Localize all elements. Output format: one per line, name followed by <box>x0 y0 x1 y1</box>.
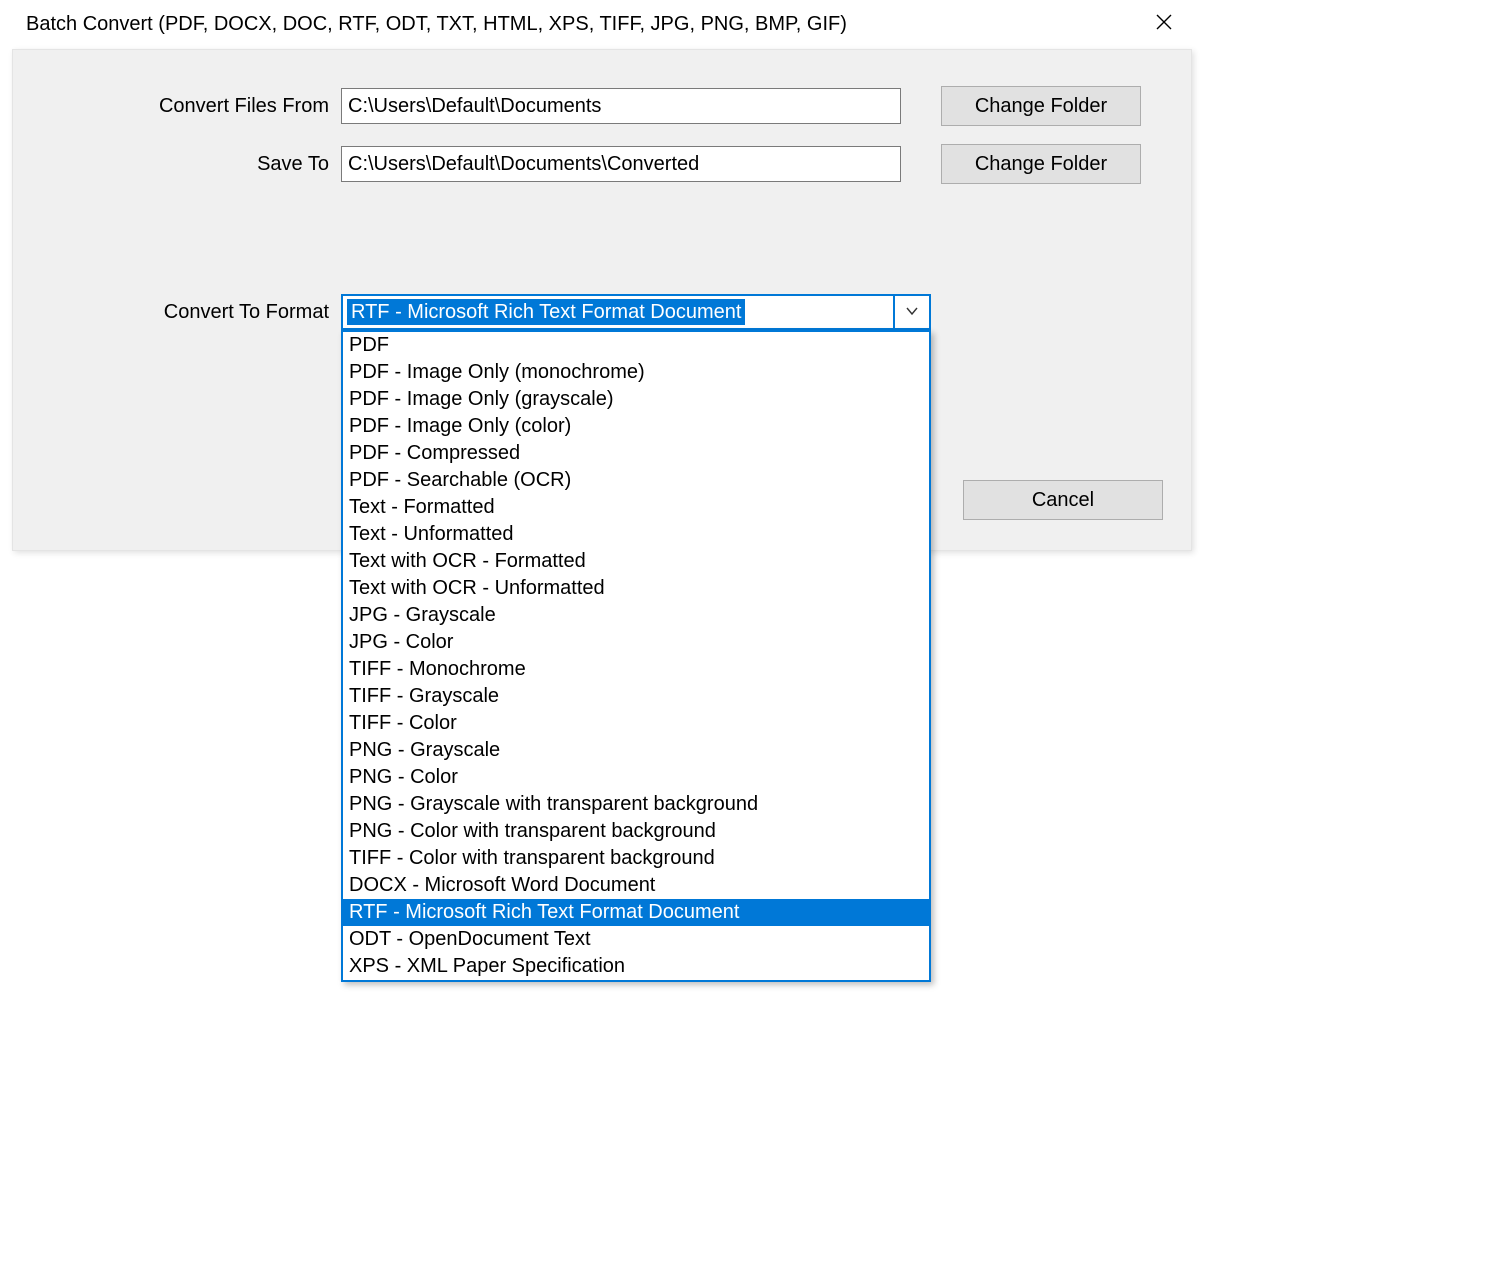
convert-from-label: Convert Files From <box>41 95 341 118</box>
format-option[interactable]: PNG - Grayscale <box>343 737 929 764</box>
format-option[interactable]: TIFF - Color <box>343 710 929 737</box>
format-combobox[interactable]: RTF - Microsoft Rich Text Format Documen… <box>341 294 931 330</box>
change-folder-from-button[interactable]: Change Folder <box>941 86 1141 126</box>
format-option[interactable]: PDF - Compressed <box>343 440 929 467</box>
change-folder-to-button[interactable]: Change Folder <box>941 144 1141 184</box>
format-option[interactable]: JPG - Color <box>343 629 929 656</box>
format-option[interactable]: Text with OCR - Formatted <box>343 548 929 575</box>
close-icon <box>1156 13 1172 36</box>
format-option[interactable]: TIFF - Grayscale <box>343 683 929 710</box>
combobox-arrow-button[interactable] <box>893 296 929 328</box>
format-option[interactable]: Text with OCR - Unformatted <box>343 575 929 602</box>
format-option[interactable]: PNG - Grayscale with transparent backgro… <box>343 791 929 818</box>
format-option[interactable]: JPG - Grayscale <box>343 602 929 629</box>
format-option[interactable]: PDF - Searchable (OCR) <box>343 467 929 494</box>
format-selected-value: RTF - Microsoft Rich Text Format Documen… <box>347 299 745 325</box>
format-option[interactable]: Text - Unformatted <box>343 521 929 548</box>
convert-to-format-label: Convert To Format <box>41 301 341 324</box>
save-to-label: Save To <box>41 153 341 176</box>
format-option[interactable]: PDF <box>343 332 929 359</box>
format-option[interactable]: PNG - Color with transparent background <box>343 818 929 845</box>
format-option[interactable]: ODT - OpenDocument Text <box>343 926 929 953</box>
format-option[interactable]: PDF - Image Only (grayscale) <box>343 386 929 413</box>
format-option[interactable]: XPS - XML Paper Specification <box>343 953 929 980</box>
convert-from-input[interactable] <box>341 88 901 124</box>
format-option[interactable]: PNG - Color <box>343 764 929 791</box>
cancel-button[interactable]: Cancel <box>963 480 1163 520</box>
save-to-input[interactable] <box>341 146 901 182</box>
format-option[interactable]: PDF - Image Only (color) <box>343 413 929 440</box>
format-option[interactable]: Text - Formatted <box>343 494 929 521</box>
format-option[interactable]: DOCX - Microsoft Word Document <box>343 872 929 899</box>
title-bar: Batch Convert (PDF, DOCX, DOC, RTF, ODT,… <box>12 0 1192 49</box>
chevron-down-icon <box>905 301 919 324</box>
format-option[interactable]: RTF - Microsoft Rich Text Format Documen… <box>343 899 929 926</box>
close-button[interactable] <box>1136 0 1192 48</box>
format-option[interactable]: PDF - Image Only (monochrome) <box>343 359 929 386</box>
format-option[interactable]: TIFF - Color with transparent background <box>343 845 929 872</box>
window-title: Batch Convert (PDF, DOCX, DOC, RTF, ODT,… <box>26 13 1136 36</box>
format-dropdown-list[interactable]: PDFPDF - Image Only (monochrome)PDF - Im… <box>341 330 931 982</box>
format-option[interactable]: TIFF - Monochrome <box>343 656 929 683</box>
